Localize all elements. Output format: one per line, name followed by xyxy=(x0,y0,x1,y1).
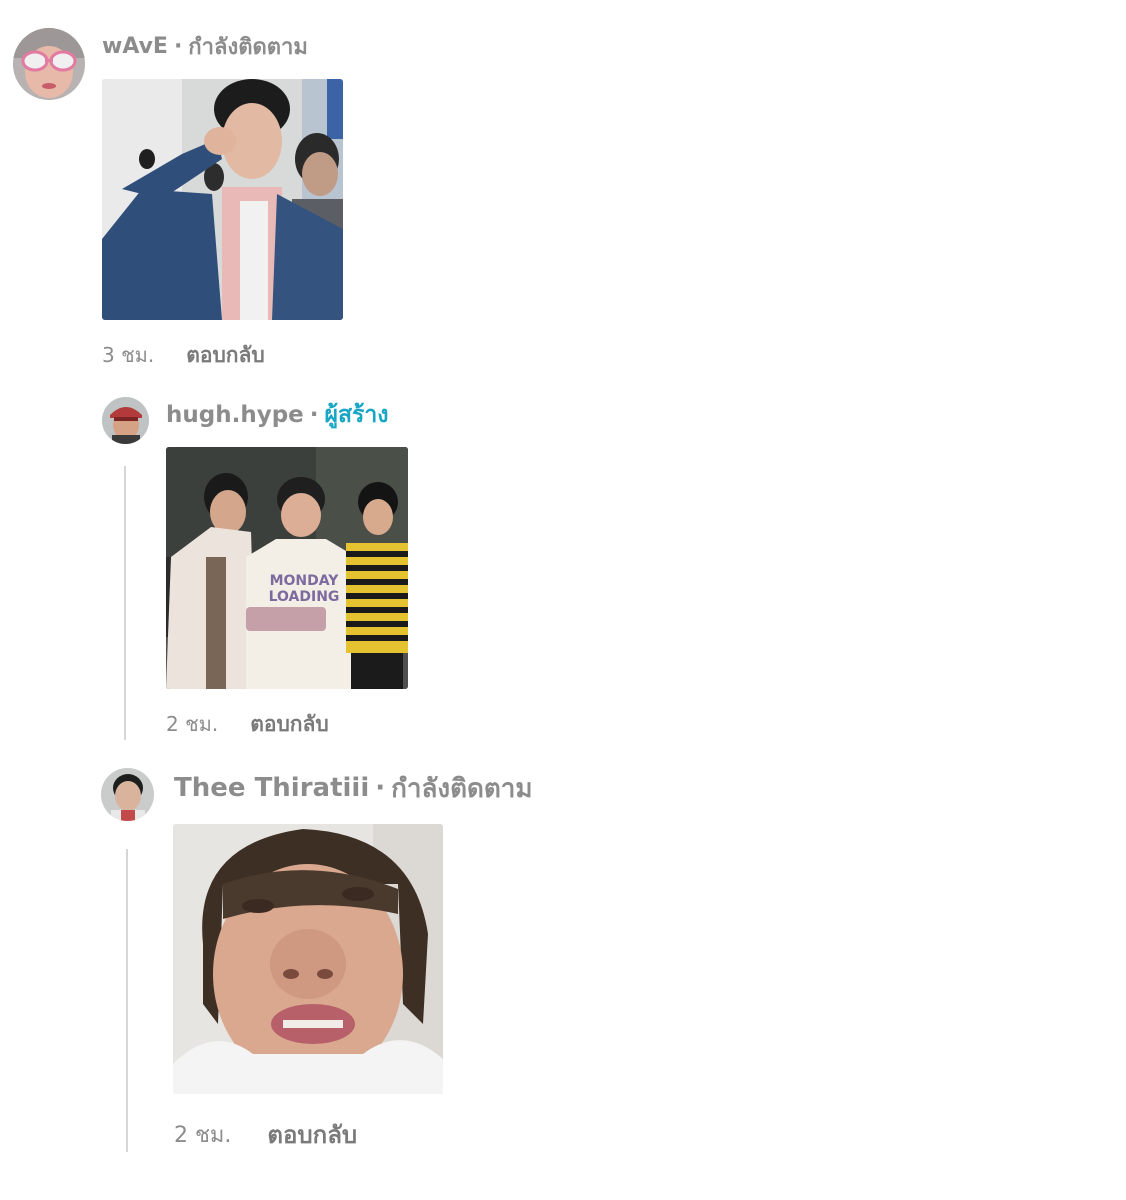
username[interactable]: hugh.hype xyxy=(166,402,304,428)
creator-badge: ผู้สร้าง xyxy=(324,402,389,428)
comment-meta: 3 ชม. ตอบกลับ xyxy=(102,340,265,370)
timestamp: 2 ชม. xyxy=(174,1122,232,1148)
timestamp: 2 ชม. xyxy=(166,712,219,736)
following-status: กำลังติดตาม xyxy=(188,34,308,60)
reply-button[interactable]: ตอบกลับ xyxy=(186,339,265,372)
photo-man-denim-jacket-icon xyxy=(102,79,343,320)
timestamp: 3 ชม. xyxy=(102,343,155,367)
separator-dot: · xyxy=(375,773,386,803)
comment-meta: 2 ชม. ตอบกลับ xyxy=(174,1117,357,1151)
thread-line xyxy=(126,849,128,1152)
comment-photo[interactable]: MONDAY LOADING xyxy=(166,447,408,689)
comment-photo[interactable] xyxy=(173,824,443,1094)
separator-dot: · xyxy=(309,402,319,428)
avatar[interactable] xyxy=(101,768,154,821)
user-avatar-boy-icon xyxy=(101,768,154,821)
user-avatar-sunglasses-icon xyxy=(13,28,85,100)
comment-header: hugh.hype · ผู้สร้าง xyxy=(166,398,389,432)
following-status: กำลังติดตาม xyxy=(391,773,533,804)
username[interactable]: wAvE xyxy=(102,34,168,59)
comment-meta: 2 ชม. ตอบกลับ xyxy=(166,709,329,739)
reply-button[interactable]: ตอบกลับ xyxy=(250,708,329,741)
user-avatar-cap-icon xyxy=(102,397,149,444)
username[interactable]: Thee Thiratiii xyxy=(174,773,369,803)
svg-text:LOADING: LOADING xyxy=(269,589,340,605)
avatar[interactable] xyxy=(13,28,85,100)
reply-button[interactable]: ตอบกลับ xyxy=(267,1115,357,1154)
thread-line xyxy=(124,466,126,740)
avatar[interactable] xyxy=(102,397,149,444)
comment-header: Thee Thiratiii · กำลังติดตาม xyxy=(174,770,533,806)
photo-face-closeup-icon xyxy=(173,824,443,1094)
comment-photo[interactable] xyxy=(102,79,343,320)
svg-text:MONDAY: MONDAY xyxy=(270,573,340,589)
photo-three-friends-icon: MONDAY LOADING xyxy=(166,447,408,689)
comment-header: wAvE · กำลังติดตาม xyxy=(102,30,308,62)
separator-dot: · xyxy=(173,33,183,59)
